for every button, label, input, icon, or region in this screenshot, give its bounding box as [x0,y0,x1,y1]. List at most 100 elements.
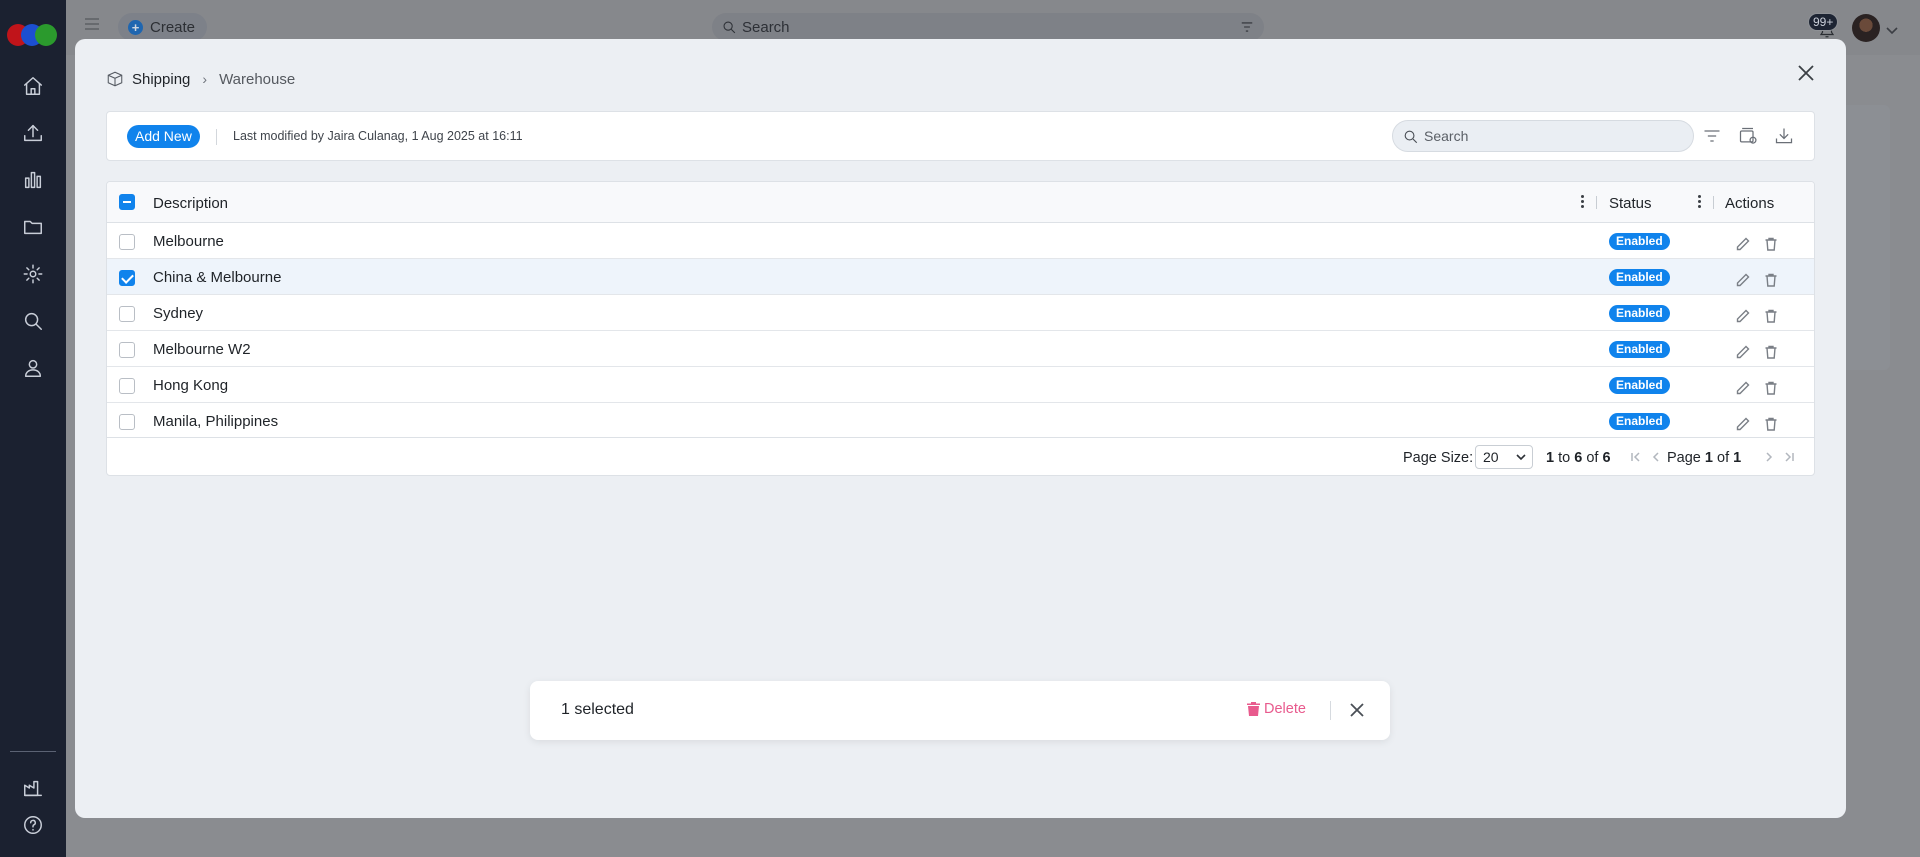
upload-icon[interactable] [19,119,47,147]
page-size-label: Page Size: [1403,450,1474,466]
row-checkbox[interactable] [119,342,135,358]
delete-button-label: Delete [1264,701,1306,717]
trash-icon[interactable] [1763,236,1779,252]
grid-search[interactable] [1392,120,1694,152]
row-description: China & Melbourne [153,269,282,286]
column-header-status[interactable]: Status [1609,195,1652,212]
close-icon[interactable] [1350,703,1364,717]
first-page-icon[interactable] [1630,451,1642,463]
notifications-button[interactable]: 99+ [1808,13,1842,41]
download-icon[interactable] [1774,126,1794,146]
column-settings-icon[interactable] [1738,126,1758,146]
status-badge: Enabled [1609,233,1670,250]
trash-icon[interactable] [1763,308,1779,324]
table-row[interactable]: Melbourne W2 Enabled [107,331,1814,367]
page-size-value: 20 [1483,449,1499,465]
status-badge: Enabled [1609,377,1670,394]
row-checkbox[interactable] [119,306,135,322]
app-logo[interactable] [7,24,59,48]
plus-icon: + [128,19,143,35]
table-row[interactable]: China & Melbourne Enabled [107,259,1814,295]
table-row[interactable]: Sydney Enabled [107,295,1814,331]
status-badge: Enabled [1609,269,1670,286]
user-icon[interactable] [19,354,47,382]
table-row[interactable]: Melbourne Enabled [107,223,1814,259]
create-button[interactable]: + Create [118,13,208,41]
trash-icon[interactable] [1763,344,1779,360]
home-icon[interactable] [19,72,47,100]
chart-icon[interactable] [19,166,47,194]
selection-bar-divider [1330,701,1331,720]
column-menu-icon[interactable] [1581,195,1585,209]
trash-icon[interactable] [1763,416,1779,432]
search-icon [723,21,736,34]
row-description: Melbourne W2 [153,341,251,358]
search-icon[interactable] [19,307,47,335]
gear-icon[interactable] [19,260,47,288]
avatar[interactable] [1852,14,1880,42]
grid-pager: Page Size: 20 1 to 6 of 6 Page 1 of 1 [107,437,1814,475]
page-size-select[interactable]: 20 [1475,445,1533,469]
trash-icon[interactable] [1763,272,1779,288]
help-icon[interactable] [19,811,47,839]
factory-icon[interactable] [19,774,47,802]
row-checkbox[interactable] [119,270,135,286]
edit-icon[interactable] [1735,272,1751,288]
column-menu-icon[interactable] [1698,195,1702,209]
page-total: 1 [1733,450,1742,466]
chevron-down-icon[interactable] [1886,22,1898,35]
menu-icon[interactable] [84,17,100,31]
toolbar-divider [216,129,217,145]
breadcrumb-shipping[interactable]: Shipping [132,71,190,88]
previous-page-icon[interactable] [1650,451,1662,463]
selection-bar: 1 selected Delete [530,681,1390,740]
column-header-actions: Actions [1725,195,1775,212]
edit-icon[interactable] [1735,416,1751,432]
row-description: Hong Kong [153,377,229,394]
delete-selected-button[interactable]: Delete [1247,701,1306,717]
global-search[interactable]: Search [712,13,1264,41]
folder-icon[interactable] [19,213,47,241]
trash-icon [1247,702,1260,716]
select-all-checkbox[interactable] [119,194,135,210]
app-sidebar [0,0,66,857]
trash-icon[interactable] [1763,380,1779,396]
row-description: Sydney [153,305,204,322]
add-new-button[interactable]: Add New [127,125,200,148]
table-row[interactable]: Hong Kong Enabled [107,367,1814,403]
page-of: of [1717,450,1730,466]
breadcrumb-warehouse: Warehouse [219,70,296,88]
last-page-icon[interactable] [1783,451,1795,463]
column-header-description[interactable]: Description [153,195,228,212]
close-icon[interactable] [1796,63,1816,83]
row-checkbox[interactable] [119,378,135,394]
edit-icon[interactable] [1735,236,1751,252]
column-separator[interactable] [1713,196,1714,209]
row-checkbox[interactable] [119,234,135,250]
edit-icon[interactable] [1735,308,1751,324]
page-prefix: Page [1667,450,1701,466]
warehouse-modal: Shipping › Warehouse Add New Last modifi… [75,39,1846,818]
filter-icon[interactable] [1240,20,1254,34]
filter-icon[interactable] [1702,126,1722,146]
global-search-placeholder: Search [742,18,790,36]
range-start: 1 [1546,450,1555,466]
next-page-icon[interactable] [1763,451,1775,463]
edit-icon[interactable] [1735,380,1751,396]
edit-icon[interactable] [1735,344,1751,360]
sidebar-divider [10,751,56,752]
selected-count: 1 selected [561,701,634,718]
row-description: Manila, Philippines [153,413,279,430]
range-total: 6 [1602,450,1611,466]
status-badge: Enabled [1609,413,1670,430]
range-end: 6 [1574,450,1583,466]
row-checkbox[interactable] [119,414,135,430]
box-icon [107,71,123,87]
chevron-right-icon: › [202,71,208,87]
page-current: 1 [1704,450,1713,466]
column-separator[interactable] [1596,196,1597,209]
grid-toolbar: Add New Last modified by Jaira Culanag, … [106,111,1815,161]
grid-search-input[interactable] [1424,128,1674,144]
notifications-badge: 99+ [1808,13,1839,31]
table-row[interactable]: Manila, Philippines Enabled [107,403,1814,439]
